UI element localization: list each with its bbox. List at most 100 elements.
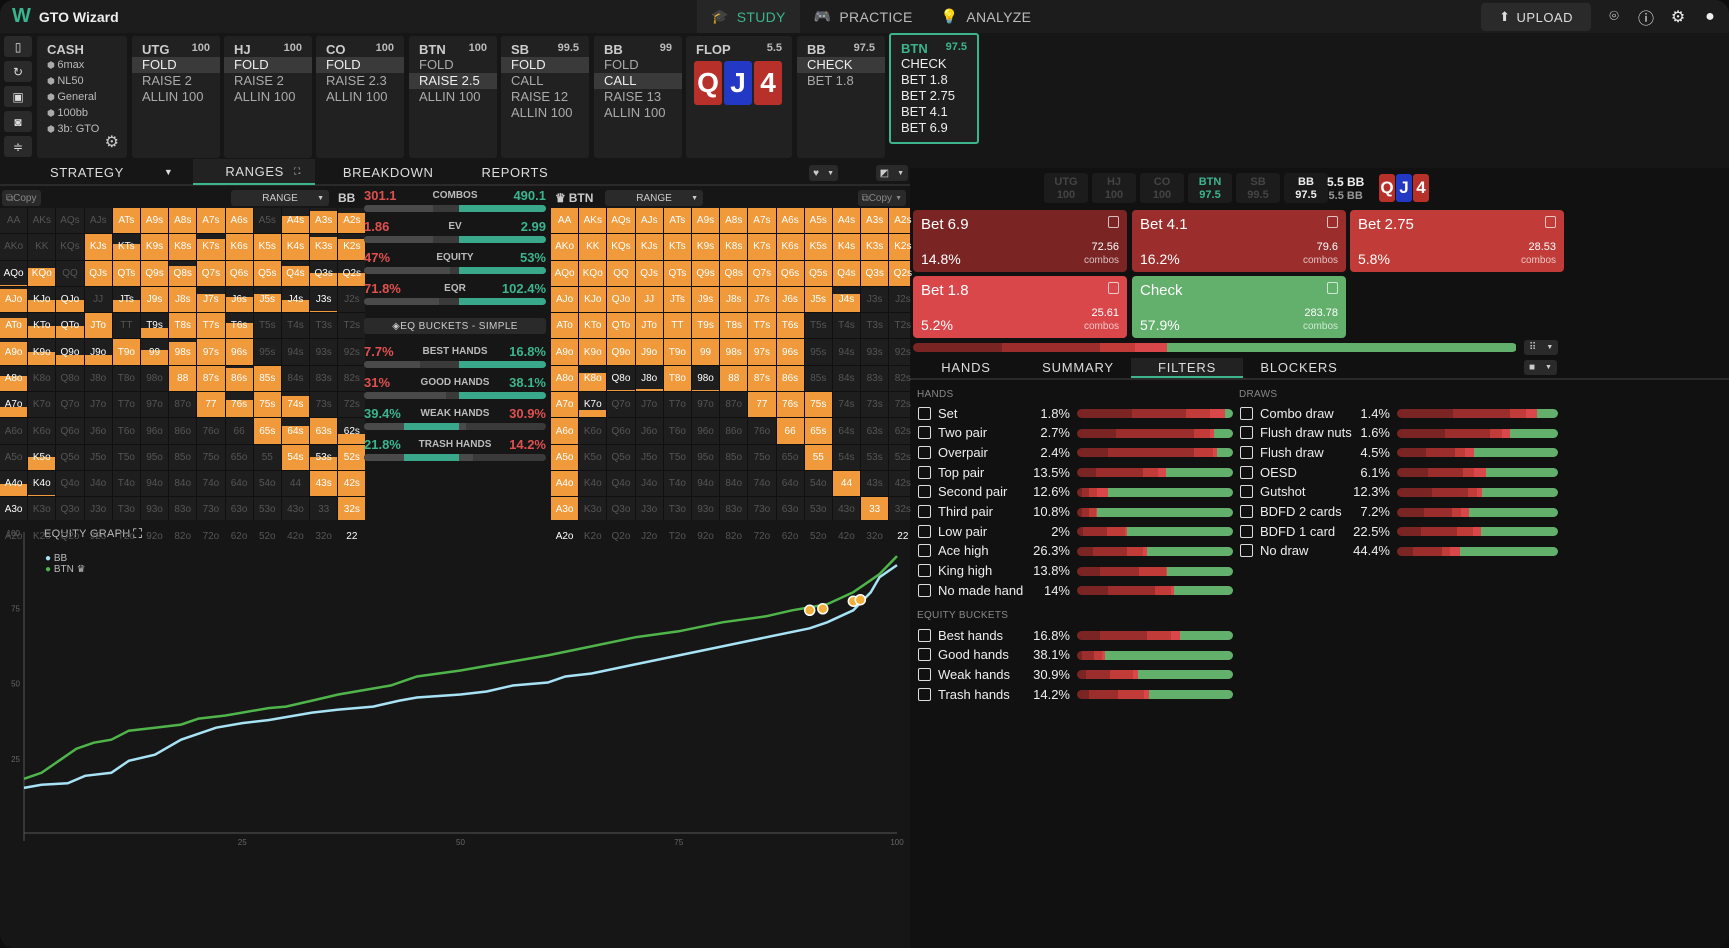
bb-hand-cell[interactable]: ATo: [0, 313, 28, 339]
bb-hand-cell[interactable]: 73o: [197, 497, 225, 523]
bb-hand-cell[interactable]: T7o: [112, 392, 140, 418]
btn-hand-cell[interactable]: 87o: [720, 392, 748, 418]
bb-hand-cell[interactable]: 87o: [169, 392, 197, 418]
tab-blockers[interactable]: BLOCKERS: [1243, 358, 1355, 378]
bb-hand-cell[interactable]: 94s: [281, 339, 310, 365]
btn-hand-cell[interactable]: 55: [804, 444, 832, 470]
btn-hand-cell[interactable]: K7o: [579, 392, 607, 418]
tab-summary[interactable]: SUMMARY: [1022, 358, 1134, 378]
filter-checkbox[interactable]: [918, 648, 931, 662]
filter-checkbox[interactable]: [918, 445, 931, 459]
btn-hand-cell[interactable]: 99: [691, 339, 720, 365]
details-icon[interactable]: [1108, 282, 1119, 294]
bb-hand-cell[interactable]: K6s: [225, 234, 253, 260]
display-mode-dropdown[interactable]: ◩ ▼: [875, 165, 908, 181]
bb-hand-cell[interactable]: QQ: [56, 260, 84, 286]
bb-hand-cell[interactable]: 64o: [225, 470, 253, 497]
bb-hand-cell[interactable]: K8s: [169, 234, 197, 260]
action-box-bet-4-1[interactable]: Bet 4.1 16.2% 79.6 combos: [1132, 210, 1346, 272]
btn-hand-cell[interactable]: 85s: [804, 365, 832, 392]
bb-hand-cell[interactable]: KK: [28, 234, 56, 260]
btn-hand-cell[interactable]: JTo: [635, 313, 663, 339]
bb-hand-cell[interactable]: Q3o: [56, 497, 84, 523]
btn-hand-cell[interactable]: Q5s: [804, 260, 832, 286]
btn-hand-cell[interactable]: 83s: [861, 365, 889, 392]
btn-hand-cell[interactable]: A5o: [551, 444, 579, 470]
btn-hand-cell[interactable]: KTo: [579, 313, 607, 339]
btn-hand-cell[interactable]: T8s: [720, 313, 748, 339]
bb-hand-cell[interactable]: 32s: [338, 497, 366, 523]
btn-hand-cell[interactable]: K5o: [579, 444, 607, 470]
filter-checkbox[interactable]: [918, 628, 931, 642]
btn-hand-cell[interactable]: A9s: [691, 208, 720, 234]
action-option[interactable]: BET 6.9: [891, 120, 977, 136]
btn-hand-cell[interactable]: J7s: [748, 286, 776, 313]
bb-hand-cell[interactable]: J9s: [140, 286, 169, 313]
reset-icon[interactable]: ↻: [4, 61, 32, 82]
btn-hand-cell[interactable]: K5s: [804, 234, 832, 260]
copy-button[interactable]: ⧉ Copy ▼: [857, 190, 906, 206]
bb-hand-cell[interactable]: KQs: [56, 234, 84, 260]
btn-hand-cell[interactable]: Q5o: [607, 444, 635, 470]
bb-hand-cell[interactable]: 98s: [169, 339, 197, 365]
btn-hand-cell[interactable]: JTs: [663, 286, 691, 313]
bb-hand-cell[interactable]: 55: [253, 444, 281, 470]
filter-row[interactable]: Weak hands 30.9%: [918, 665, 1233, 683]
bb-hand-cell[interactable]: 84s: [281, 365, 310, 392]
action-box-bet-1-8[interactable]: Bet 1.8 5.2% 25.61 combos: [913, 276, 1127, 338]
btn-hand-cell[interactable]: K3s: [861, 234, 889, 260]
bb-hand-cell[interactable]: T8s: [169, 313, 197, 339]
seat-utg[interactable]: UTG 100: [1044, 173, 1088, 203]
selected-hand-marker[interactable]: [817, 603, 829, 615]
btn-hand-cell[interactable]: K4s: [832, 234, 861, 260]
bb-hand-cell[interactable]: KTo: [28, 313, 56, 339]
save-icon[interactable]: ▣: [4, 86, 32, 107]
btn-hand-cell[interactable]: 86o: [720, 418, 748, 444]
action-option[interactable]: FOLD: [409, 57, 497, 73]
btn-hand-cell[interactable]: 54s: [832, 444, 861, 470]
btn-hand-cell[interactable]: A8o: [551, 365, 579, 392]
btn-hand-cell[interactable]: K4o: [579, 470, 607, 497]
btn-hand-cell[interactable]: J3o: [635, 497, 663, 523]
bb-hand-cell[interactable]: 33: [310, 497, 338, 523]
btn-hand-cell[interactable]: Q8o: [607, 365, 635, 392]
bb-hand-cell[interactable]: 73s: [310, 392, 338, 418]
bb-hand-cell[interactable]: ATs: [112, 208, 140, 234]
btn-hand-cell[interactable]: T7o: [663, 392, 691, 418]
bb-hand-cell[interactable]: AA: [0, 208, 28, 234]
range-dropdown[interactable]: RANGE ▼: [231, 190, 329, 206]
btn-hand-cell[interactable]: 97o: [691, 392, 720, 418]
bb-hand-cell[interactable]: 63o: [225, 497, 253, 523]
filter-checkbox[interactable]: [1240, 426, 1253, 440]
details-icon[interactable]: [1327, 282, 1338, 294]
btn-hand-cell[interactable]: QJs: [635, 260, 663, 286]
bb-hand-cell[interactable]: 65s: [253, 418, 281, 444]
btn-hand-cell[interactable]: TT: [663, 313, 691, 339]
bb-hand-cell[interactable]: Q4s: [281, 260, 310, 286]
filter-checkbox[interactable]: [918, 687, 931, 701]
bb-hand-cell[interactable]: 64s: [281, 418, 310, 444]
filter-checkbox[interactable]: [918, 406, 931, 420]
bb-hand-cell[interactable]: T7s: [197, 313, 225, 339]
btn-hand-cell[interactable]: J8o: [635, 365, 663, 392]
action-option[interactable]: RAISE 2.3: [316, 73, 404, 89]
bb-hand-cell[interactable]: 75s: [253, 392, 281, 418]
bb-hand-cell[interactable]: J7o: [84, 392, 112, 418]
bb-hand-cell[interactable]: 86s: [225, 365, 253, 392]
btn-hand-cell[interactable]: K8o: [579, 365, 607, 392]
filter-checkbox[interactable]: [1240, 524, 1253, 538]
filter-row[interactable]: Set 1.8%: [918, 404, 1233, 422]
btn-hand-cell[interactable]: 77: [748, 392, 776, 418]
btn-hand-cell[interactable]: A4o: [551, 470, 579, 497]
action-option[interactable]: ALLIN 100: [409, 89, 497, 105]
btn-hand-cell[interactable]: K9o: [579, 339, 607, 365]
bb-hand-cell[interactable]: JJ: [84, 286, 112, 313]
action-option[interactable]: BET 2.75: [891, 88, 977, 104]
btn-hand-cell[interactable]: 94o: [691, 470, 720, 497]
btn-hand-cell[interactable]: QJo: [607, 286, 635, 313]
btn-hand-cell[interactable]: AKo: [551, 234, 579, 260]
bb-hand-cell[interactable]: T6o: [112, 418, 140, 444]
btn-hand-cell[interactable]: KQs: [607, 234, 635, 260]
bb-hand-cell[interactable]: 95o: [140, 444, 169, 470]
btn-hand-cell[interactable]: 65s: [804, 418, 832, 444]
